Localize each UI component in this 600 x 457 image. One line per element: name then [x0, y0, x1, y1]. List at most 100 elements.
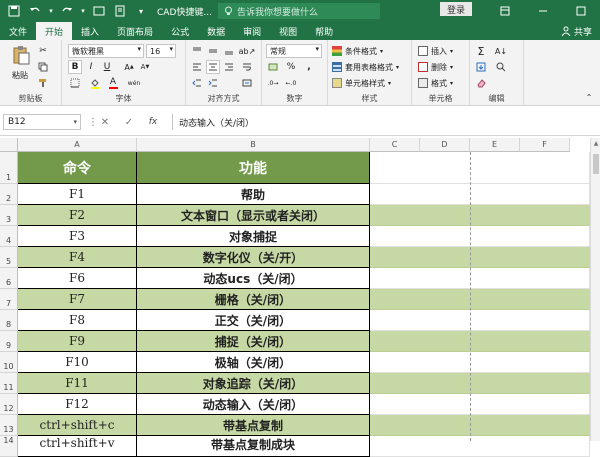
undo-dropdown-icon[interactable]: ▾: [48, 3, 54, 19]
number-format-select[interactable]: 常规 ▾: [266, 44, 322, 58]
empty-cells[interactable]: [370, 247, 590, 268]
format-as-table-button[interactable]: 套用表格格式 ▾: [332, 60, 399, 74]
insert-function-icon[interactable]: fx: [146, 115, 160, 129]
row-header[interactable]: 6: [0, 268, 18, 289]
name-box[interactable]: B12 ▾: [3, 114, 81, 130]
column-header-e[interactable]: E: [470, 138, 520, 152]
formula-input[interactable]: 动态输入（关/闭）: [172, 114, 600, 130]
percent-button[interactable]: %: [284, 60, 298, 74]
font-size-select[interactable]: 16 ▾: [146, 44, 176, 58]
copy-icon[interactable]: [36, 60, 50, 74]
align-middle-icon[interactable]: [206, 44, 220, 58]
customize-qat-icon[interactable]: ▾: [133, 3, 149, 19]
cut-icon[interactable]: ✂: [36, 44, 50, 58]
share-button[interactable]: 共享: [561, 22, 600, 40]
command-cell[interactable]: F12: [18, 394, 137, 415]
sort-filter-icon[interactable]: A↓: [494, 44, 508, 58]
command-cell[interactable]: F11: [18, 373, 137, 394]
empty-cells[interactable]: [370, 268, 590, 289]
tab-home[interactable]: 开始: [36, 22, 73, 40]
font-color-icon[interactable]: A: [106, 76, 120, 90]
empty-cells[interactable]: [370, 184, 590, 205]
empty-cells[interactable]: [370, 152, 590, 184]
tab-formulas[interactable]: 公式: [162, 22, 198, 40]
row-header[interactable]: 13: [0, 415, 18, 436]
function-cell[interactable]: 捕捉（关/闭）: [137, 331, 370, 352]
command-cell[interactable]: F2: [18, 205, 137, 226]
insert-cells-button[interactable]: 插入 ▾: [418, 44, 453, 58]
paste-button[interactable]: 粘贴: [12, 68, 28, 82]
align-bottom-icon[interactable]: [222, 44, 236, 58]
column-header-b[interactable]: B: [137, 138, 370, 152]
column-header-c[interactable]: C: [370, 138, 420, 152]
tab-view[interactable]: 视图: [270, 22, 306, 40]
row-header[interactable]: 9: [0, 331, 18, 352]
function-cell[interactable]: 数字化仪（关/开）: [137, 247, 370, 268]
empty-cells[interactable]: [370, 226, 590, 247]
undo-icon[interactable]: [27, 3, 43, 19]
clear-icon[interactable]: [474, 76, 488, 90]
empty-cells[interactable]: [370, 310, 590, 331]
enter-icon[interactable]: ✓: [122, 115, 136, 129]
login-button[interactable]: 登录: [440, 2, 472, 16]
tab-file[interactable]: 文件: [0, 22, 36, 40]
tab-review[interactable]: 审阅: [234, 22, 270, 40]
wrap-text-icon[interactable]: [240, 60, 254, 74]
underline-button[interactable]: U: [100, 60, 114, 74]
row-header[interactable]: 10: [0, 352, 18, 373]
command-cell[interactable]: ctrl+shift+v: [18, 436, 137, 457]
minimize-icon[interactable]: [524, 0, 562, 22]
empty-cells[interactable]: [370, 331, 590, 352]
column-header-f[interactable]: F: [520, 138, 570, 152]
row-header[interactable]: 1: [0, 152, 18, 184]
paste-icon[interactable]: [10, 44, 32, 66]
fill-color-icon[interactable]: [88, 76, 102, 90]
column-header-d[interactable]: D: [420, 138, 470, 152]
row-header[interactable]: 14: [0, 436, 18, 457]
maximize-icon[interactable]: [562, 0, 600, 22]
delete-cells-button[interactable]: 删除 ▾: [418, 60, 453, 74]
command-cell[interactable]: F1: [18, 184, 137, 205]
empty-cells[interactable]: [370, 205, 590, 226]
column-header-a[interactable]: A: [18, 138, 137, 152]
font-name-select[interactable]: 微软雅黑 ▾: [68, 44, 144, 58]
command-cell[interactable]: F4: [18, 247, 137, 268]
row-header[interactable]: 2: [0, 184, 18, 205]
align-right-icon[interactable]: [222, 60, 236, 74]
bold-button[interactable]: B: [68, 60, 82, 74]
empty-cells[interactable]: [370, 373, 590, 394]
command-cell[interactable]: F3: [18, 226, 137, 247]
redo-dropdown-icon[interactable]: ▾: [80, 3, 86, 19]
orientation-icon[interactable]: ab↗: [239, 44, 256, 58]
function-cell[interactable]: 对象捕捉: [137, 226, 370, 247]
row-header[interactable]: 12: [0, 394, 18, 415]
scroll-up-icon[interactable]: ▲: [591, 140, 600, 147]
increase-decimal-icon[interactable]: .0→: [266, 76, 280, 90]
row-header[interactable]: 11: [0, 373, 18, 394]
increase-indent-icon[interactable]: [206, 76, 220, 90]
align-center-icon[interactable]: [206, 60, 220, 74]
empty-cells[interactable]: [370, 289, 590, 310]
empty-cells[interactable]: [370, 415, 590, 436]
autosum-button[interactable]: Σ: [474, 44, 488, 58]
header-cell-command[interactable]: 命令: [18, 152, 137, 184]
function-cell[interactable]: 栅格（关/闭）: [137, 289, 370, 310]
function-cell[interactable]: 带基点复制成块: [137, 436, 370, 457]
command-cell[interactable]: F6: [18, 268, 137, 289]
row-header[interactable]: 3: [0, 205, 18, 226]
conditional-format-button[interactable]: 条件格式 ▾: [332, 44, 383, 58]
font-grow-icon[interactable]: A ▲: [122, 60, 136, 74]
vertical-scrollbar[interactable]: ▲: [590, 138, 600, 441]
format-painter-icon[interactable]: [36, 76, 50, 90]
empty-cells[interactable]: [370, 436, 590, 457]
function-cell[interactable]: 对象追踪（关/闭）: [137, 373, 370, 394]
tab-page-layout[interactable]: 页面布局: [108, 22, 162, 40]
function-cell-selected[interactable]: 动态输入（关/闭）: [137, 394, 370, 415]
command-cell[interactable]: ctrl+shift+c: [18, 415, 137, 436]
borders-icon[interactable]: [68, 76, 82, 90]
function-cell[interactable]: 带基点复制: [137, 415, 370, 436]
cell-styles-button[interactable]: 单元格样式 ▾: [332, 76, 391, 90]
fill-icon[interactable]: [474, 60, 488, 74]
row-header[interactable]: 8: [0, 310, 18, 331]
format-cells-button[interactable]: 格式 ▾: [418, 76, 453, 90]
